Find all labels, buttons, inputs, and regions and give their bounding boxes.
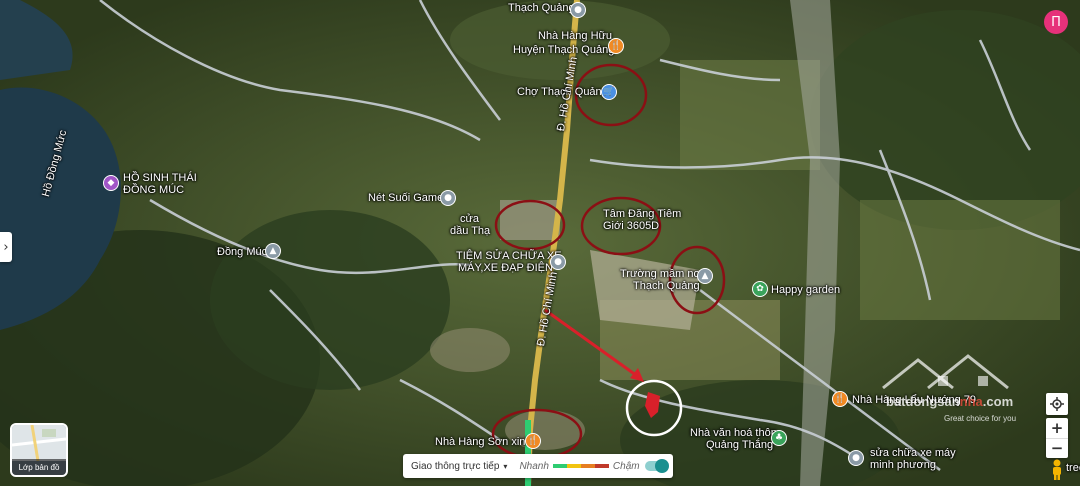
label-dong-muc: Đồng Múc bbox=[217, 246, 268, 258]
layer-toggle-button[interactable]: Lớp bản đồ bbox=[10, 423, 68, 477]
label-huyen-thach-quang: Huyện Thạch Quảng bbox=[513, 44, 615, 56]
zoom-controls: + − bbox=[1046, 418, 1068, 458]
watermark-tagline: Great choice for you bbox=[944, 414, 1017, 423]
zoom-out-button[interactable]: − bbox=[1046, 437, 1068, 459]
restaurant-pin-lau[interactable]: 🍴 bbox=[832, 391, 848, 407]
school-pin[interactable]: ▲ bbox=[697, 268, 713, 284]
eco-lake-pin[interactable]: ◆ bbox=[103, 175, 119, 191]
traffic-label: Giao thông trực tiếp bbox=[411, 460, 500, 472]
traffic-toggle-knob bbox=[655, 459, 669, 473]
layer-thumbnail bbox=[12, 425, 66, 462]
traffic-swatch-4 bbox=[594, 464, 609, 468]
zoom-in-button[interactable]: + bbox=[1051, 418, 1064, 438]
repair-pin[interactable]: ● bbox=[550, 254, 566, 270]
label-tam-dang-2: Giới 3605D bbox=[603, 220, 660, 232]
traffic-toggle[interactable] bbox=[645, 459, 669, 473]
traffic-swatch-2 bbox=[566, 464, 581, 468]
profile-initial: Π bbox=[1051, 14, 1061, 30]
watermark-brand: batdongsannha.com bbox=[886, 394, 1013, 409]
fields-far-east bbox=[860, 200, 1060, 320]
location-target-icon bbox=[1050, 397, 1064, 411]
traffic-swatch-1 bbox=[552, 464, 567, 468]
market-pin[interactable]: 🛒 bbox=[601, 84, 617, 100]
label-happy-garden: Happy garden bbox=[771, 284, 841, 296]
label-net-suoi-game: Nét Suối Game bbox=[368, 192, 444, 204]
expand-panel-button[interactable]: › bbox=[0, 232, 12, 262]
traffic-fast-label: Nhanh bbox=[519, 460, 549, 472]
forest-center bbox=[210, 210, 450, 390]
layer-label: Lớp bản đồ bbox=[12, 459, 66, 475]
pegman-icon[interactable] bbox=[1049, 459, 1065, 481]
bare-ground-2 bbox=[430, 328, 510, 372]
label-dau-thach: dầu Thạ bbox=[450, 225, 491, 237]
restaurant-pin-son-xinh[interactable]: 🍴 bbox=[525, 433, 541, 449]
watermark-domain: .com bbox=[982, 394, 1014, 409]
traffic-swatch-3 bbox=[580, 464, 595, 468]
watermark-brand-bold: nha bbox=[959, 394, 983, 409]
label-nha-hang-huu: Nhà Hàng Hữu bbox=[538, 30, 613, 42]
game-pin[interactable]: ● bbox=[440, 190, 456, 206]
fields-ne bbox=[680, 60, 820, 170]
label-tiem-sua-chua-2: MÁY,XE ĐẠP ĐIỆN bbox=[458, 262, 553, 274]
repair-pin-minh-phuong[interactable]: ● bbox=[848, 450, 864, 466]
traffic-bar: Giao thông trực tiếp ▾ Nhanh Chậm bbox=[403, 454, 673, 478]
chevron-right-icon: › bbox=[3, 239, 9, 255]
label-truong-mam-non-2: Thạch Quảng bbox=[633, 280, 700, 292]
traffic-slow-label: Chậm bbox=[612, 460, 640, 472]
label-nha-hang-son-xinh: Nhà Hàng Sơn xinh bbox=[435, 436, 532, 448]
culture-house-pin[interactable]: ♣ bbox=[771, 430, 787, 446]
traffic-dropdown[interactable]: Giao thông trực tiếp ▾ bbox=[411, 461, 507, 472]
label-dong-muc-upper: ĐỒNG MÚC bbox=[123, 184, 185, 196]
place-pin-top[interactable]: ● bbox=[570, 2, 586, 18]
chevron-down-icon: ▾ bbox=[503, 461, 508, 471]
garden-pin[interactable]: ✿ bbox=[752, 281, 768, 297]
label-thach-quang-top: Thạch Quảng bbox=[508, 2, 575, 14]
label-sua-chua-xe-2: minh phương bbox=[870, 459, 936, 471]
dong-muc-pin[interactable]: ▲ bbox=[265, 243, 281, 259]
label-nha-van-hoa-2: Quảng Thắng bbox=[706, 439, 774, 451]
traffic-legend-bar bbox=[552, 464, 609, 468]
label-tree: tree bbox=[1066, 462, 1080, 474]
restaurant-pin-huu[interactable]: 🍴 bbox=[608, 38, 624, 54]
profile-avatar[interactable]: Π bbox=[1044, 10, 1068, 34]
watermark-brand-text: batdongsan bbox=[886, 394, 960, 409]
watermark: batdongsannha.com Great choice for you bbox=[878, 348, 1018, 432]
my-location-button[interactable] bbox=[1046, 393, 1068, 415]
